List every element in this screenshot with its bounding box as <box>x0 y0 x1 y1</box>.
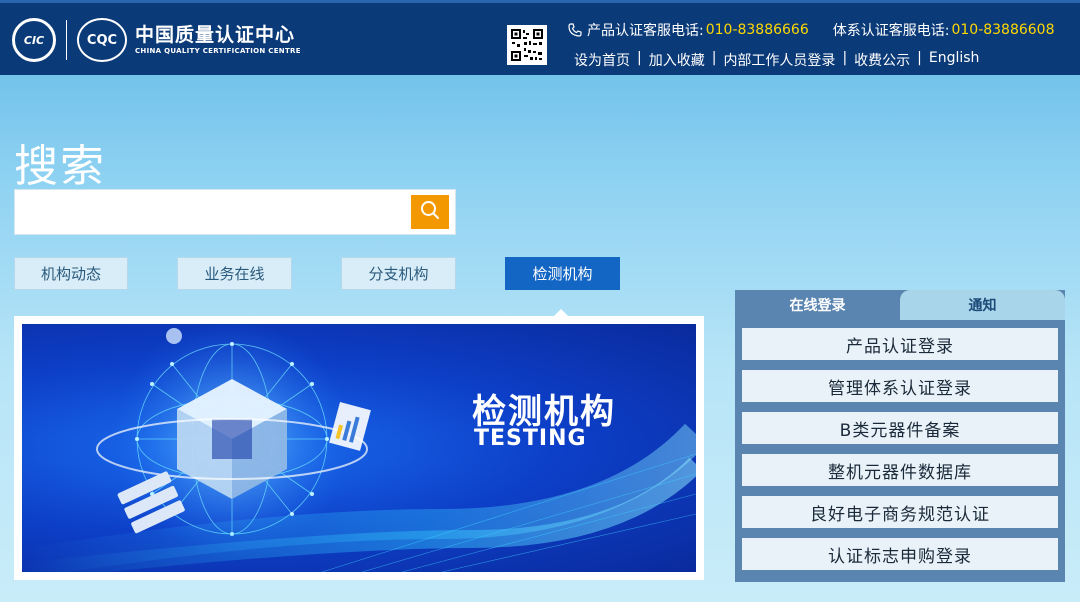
fee-notice-link[interactable]: 收费公示 <box>854 50 910 70</box>
org-name-en: CHINA QUALITY CERTIFICATION CENTRE <box>135 47 301 55</box>
tab-testing-institutions[interactable]: 检测机构 <box>505 257 620 290</box>
product-hotline-number: 010-83886666 <box>705 22 809 38</box>
org-name-cn: 中国质量认证中心 <box>135 24 296 46</box>
logo-divider <box>66 20 67 60</box>
nav-separator: | <box>917 50 922 66</box>
component-database-link[interactable]: 整机元器件数据库 <box>742 454 1058 486</box>
search-icon <box>419 199 441 225</box>
b-class-component-filing-link[interactable]: B类元器件备案 <box>742 412 1058 444</box>
top-nav: 设为首页 | 加入收藏 | 内部工作人员登录 | 收费公示 | English <box>574 50 979 70</box>
testing-banner-image[interactable]: 检测机构 TESTING <box>22 324 696 572</box>
nav-separator: | <box>637 50 642 66</box>
tab-business-online[interactable]: 业务在线 <box>177 257 292 290</box>
management-system-login-link[interactable]: 管理体系认证登录 <box>742 370 1058 402</box>
online-login-panel: 在线登录 通知 产品认证登录 管理体系认证登录 B类元器件备案 整机元器件数据库… <box>735 290 1065 582</box>
banner-subtitle: TESTING <box>474 426 587 451</box>
add-favorite-link[interactable]: 加入收藏 <box>649 50 705 70</box>
english-link[interactable]: English <box>929 50 980 70</box>
nav-separator: | <box>842 50 848 66</box>
product-hotline-label: 产品认证客服电话: <box>587 23 704 39</box>
login-list: 产品认证登录 管理体系认证登录 B类元器件备案 整机元器件数据库 良好电子商务规… <box>742 328 1058 580</box>
search-button[interactable] <box>411 195 449 229</box>
system-hotline-label: 体系认证客服电话: <box>832 23 950 39</box>
search-input[interactable] <box>21 196 413 228</box>
cert-mark-purchase-login-link[interactable]: 认证标志申购登录 <box>742 538 1058 570</box>
tab-branches[interactable]: 分支机构 <box>341 257 456 290</box>
cic-logo-icon: CIC <box>12 18 56 62</box>
staff-login-link[interactable]: 内部工作人员登录 <box>723 50 835 70</box>
qr-code-icon <box>507 25 547 65</box>
top-header: CIC CQC 中国质量认证中心 CHINA QUALITY CERTIFICA… <box>0 0 1080 75</box>
banner-frame: 检测机构 TESTING <box>14 316 704 580</box>
nav-separator: | <box>711 50 717 66</box>
ecommerce-cert-link[interactable]: 良好电子商务规范认证 <box>742 496 1058 528</box>
set-homepage-link[interactable]: 设为首页 <box>574 50 630 70</box>
banner-pointer <box>554 309 568 316</box>
search-title: 搜索 <box>14 141 106 192</box>
tab-online-login[interactable]: 在线登录 <box>735 290 900 320</box>
cqc-logo-icon: CQC <box>77 18 127 62</box>
logo-text: 中国质量认证中心 CHINA QUALITY CERTIFICATION CEN… <box>135 24 301 56</box>
tab-notice[interactable]: 通知 <box>900 290 1065 320</box>
system-hotline-number: 010-83886608 <box>951 22 1055 38</box>
phone-icon <box>568 23 582 37</box>
logo[interactable]: CIC CQC 中国质量认证中心 CHINA QUALITY CERTIFICA… <box>12 17 301 63</box>
search-box <box>14 189 456 235</box>
hotline-bar: 产品认证客服电话: 010-83886666 体系认证客服电话: 010-838… <box>568 20 1055 40</box>
tab-org-news[interactable]: 机构动态 <box>14 257 128 290</box>
product-cert-login-link[interactable]: 产品认证登录 <box>742 328 1058 360</box>
